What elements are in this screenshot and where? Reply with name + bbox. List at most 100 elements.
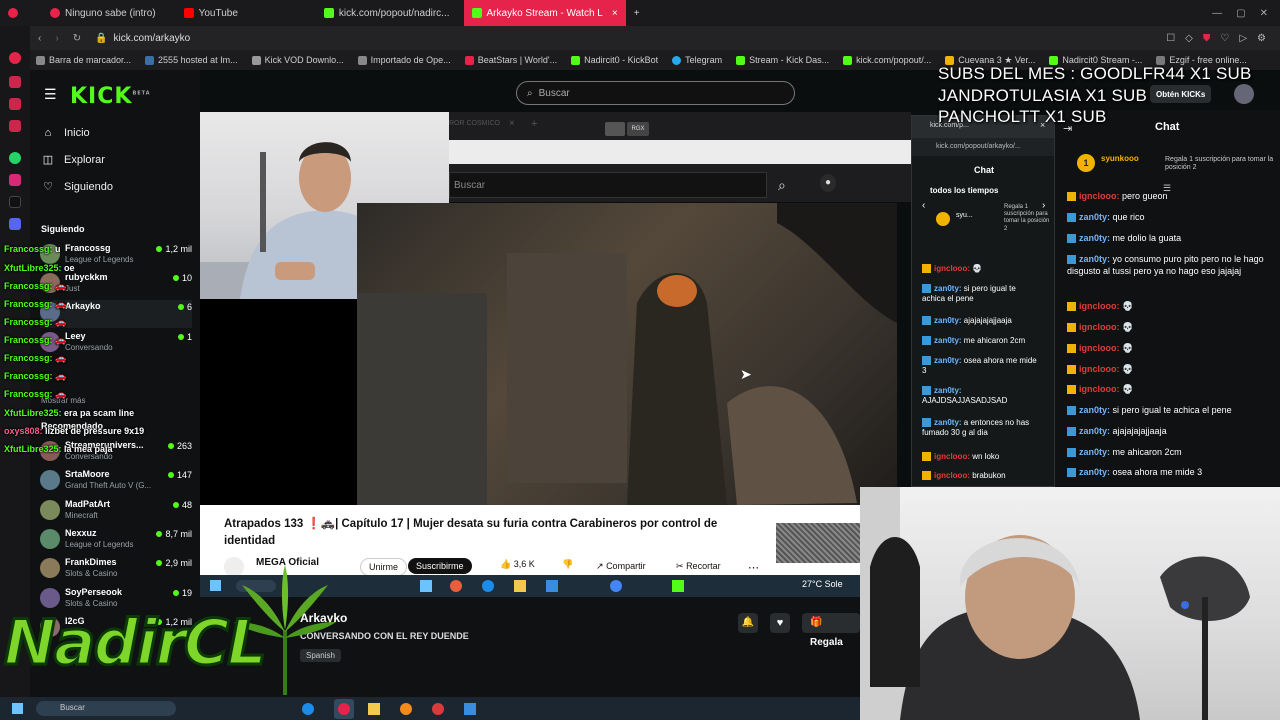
recommended-item[interactable]: MadPatArt Minecraft 48 (40, 498, 192, 526)
messenger-icon[interactable] (9, 52, 21, 64)
app-icon[interactable] (605, 122, 625, 136)
badge-icon (1067, 213, 1076, 223)
instagram-icon[interactable] (9, 174, 21, 186)
video-player[interactable]: ➤ (357, 203, 897, 505)
new-tab-button[interactable]: + (626, 0, 648, 26)
reload-icon[interactable]: ↻ (73, 33, 81, 44)
minimize-icon[interactable]: — (1212, 8, 1222, 19)
live-dot-icon (156, 560, 163, 566)
windows-start-icon[interactable] (12, 703, 23, 714)
microphone-icon[interactable]: ● (820, 174, 836, 192)
recommended-item[interactable]: FrankDimes Slots & Casino 2,9 mil (40, 556, 192, 584)
nav-explorar[interactable]: ◫ Explorar (42, 154, 105, 166)
extensions-icon[interactable]: ◇ (1185, 33, 1193, 44)
pinned-gift-text: Regala 1 suscripción para tomar la posic… (1004, 204, 1050, 232)
weather-text: 27°C Sole (802, 579, 843, 589)
kick-icon[interactable] (672, 580, 684, 592)
search-input[interactable]: ⌕ Buscar (516, 81, 795, 105)
tab-youtube[interactable]: YouTube (176, 0, 246, 26)
bookmark-item[interactable]: Barra de marcador... (36, 55, 131, 65)
folder-icon[interactable] (368, 703, 380, 715)
browser-icon[interactable] (338, 703, 350, 715)
notification-bell-icon[interactable]: 🔔 (738, 613, 758, 633)
edge-icon[interactable] (482, 580, 494, 592)
app-icon[interactable] (9, 76, 21, 88)
search-icon[interactable]: ⌕ (778, 177, 786, 194)
clip-button[interactable]: ✂ Recortar (676, 561, 721, 572)
gift-sub-button[interactable]: 🎁 Regala (802, 613, 860, 648)
bookmark-item[interactable]: 2555 hosted at Im... (145, 55, 238, 65)
taskbar-app-icon[interactable] (420, 580, 432, 592)
store-icon[interactable] (464, 703, 476, 715)
bookmark-item[interactable]: kick.com/popout/... (843, 55, 931, 65)
taskbar-search[interactable]: Buscar (36, 701, 176, 716)
bookmark-icon[interactable]: ☐ (1166, 33, 1175, 44)
app-icon[interactable] (432, 703, 444, 715)
tab-arkayko-stream[interactable]: Arkayko Stream - Watch L × (463, 0, 626, 26)
nav-siguiendo[interactable]: ♡ Siguiendo (42, 181, 113, 193)
telegram-icon (672, 55, 682, 65)
bookmark-item[interactable]: Kick VOD Downlo... (251, 55, 344, 65)
chat-message: ignclooo: 💀 (1067, 300, 1277, 312)
heart-icon[interactable]: ♡ (1220, 33, 1229, 44)
tiktok-icon[interactable] (9, 196, 21, 208)
app-icon[interactable] (400, 703, 412, 715)
popout-url[interactable]: kick.com/popout/arkayko/... (936, 143, 1021, 150)
bookmark-item[interactable]: Nadircit0 - KickBot (571, 55, 658, 65)
close-window-icon[interactable]: ✕ (1260, 8, 1268, 19)
bookmark-item[interactable]: Stream - Kick Das... (736, 55, 829, 65)
rgx-icon[interactable]: RGX (627, 122, 649, 136)
kick-logo[interactable]: KICKBETA (70, 84, 151, 109)
shield-icon[interactable]: ⛊ (1203, 33, 1211, 44)
rank-badge-icon (936, 212, 950, 226)
user-avatar[interactable] (1234, 84, 1254, 104)
forward-icon[interactable]: › (55, 33, 58, 44)
badge-icon (1067, 406, 1076, 416)
close-tab-icon[interactable]: × (509, 118, 515, 129)
join-button[interactable]: Unirme (360, 558, 408, 576)
more-options-icon[interactable]: ⋯ (748, 561, 759, 574)
discord-icon[interactable] (9, 218, 21, 230)
subscribe-button[interactable]: Suscribirme (408, 558, 472, 574)
url-field[interactable]: kick.com/arkayko (114, 33, 191, 44)
taskbar-app-icon[interactable] (450, 580, 462, 592)
like-button[interactable]: 👍 3,6 K (500, 559, 535, 570)
recommended-item[interactable]: SrtaMoore Grand Theft Auto V (G... 147 (40, 468, 192, 496)
pinned-user[interactable]: syu... (956, 212, 973, 219)
nav-inicio[interactable]: ⌂ Inicio (42, 127, 90, 139)
tab-ninguno-sabe[interactable]: Ninguno sabe (intro) (42, 0, 164, 26)
app-icon[interactable] (9, 120, 21, 132)
new-tab-icon[interactable]: + (531, 118, 537, 130)
video-black-area (200, 299, 357, 505)
bookmark-item[interactable]: BeatStars | World'... (464, 55, 557, 65)
store-icon[interactable] (546, 580, 558, 592)
play-icon[interactable]: ▷ (1239, 33, 1247, 44)
settings-icon[interactable]: ⚙ (1257, 33, 1266, 44)
chevron-left-icon[interactable]: ‹ (922, 200, 925, 211)
browser-menu-button[interactable] (0, 0, 26, 26)
recommended-item[interactable]: Nexxuz League of Legends 8,7 mil (40, 527, 192, 555)
chrome-icon[interactable] (610, 580, 622, 592)
folder-icon[interactable] (514, 580, 526, 592)
app-icon[interactable] (9, 98, 21, 110)
yt-search-input[interactable]: Buscar (449, 172, 767, 198)
overlay-chat-message: Francossg: 🚗 (4, 299, 67, 309)
windows-start-icon[interactable] (210, 580, 221, 591)
close-tab-icon[interactable]: × (612, 8, 618, 19)
restore-icon[interactable]: ▢ (1236, 8, 1245, 19)
pinned-user[interactable]: syunkooo (1101, 154, 1139, 163)
follow-heart-icon[interactable]: ♥ (770, 613, 790, 633)
yt-tab[interactable]: ROR COSMICO (449, 120, 500, 127)
hamburger-menu-icon[interactable]: ☰ (44, 86, 57, 103)
bookmark-item[interactable]: Importado de Ope... (357, 55, 451, 65)
tab-kick-popout[interactable]: kick.com/popout/nadirc... (316, 0, 458, 26)
dislike-button[interactable]: 👎 (562, 559, 573, 570)
back-icon[interactable]: ‹ (38, 33, 41, 44)
get-kicks-button[interactable]: Obtén KICKs (1150, 85, 1212, 103)
browser-tab-bar: Ninguno sabe (intro) YouTube kick.com/po… (0, 0, 1280, 26)
whatsapp-icon[interactable] (9, 152, 21, 164)
overlay-chat-message: Francossg: 🚗 (4, 335, 67, 345)
share-button[interactable]: ↗ Compartir (596, 561, 646, 572)
edge-icon[interactable] (302, 703, 314, 715)
bookmark-item[interactable]: Telegram (672, 55, 722, 65)
